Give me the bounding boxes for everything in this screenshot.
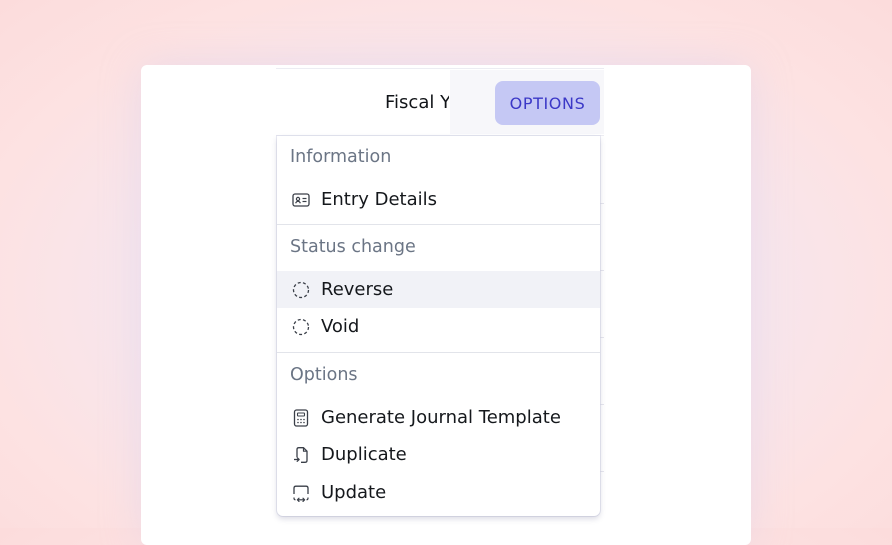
options-button[interactable]: OPTIONS (495, 81, 600, 125)
section-label-status-change: Status change (290, 237, 416, 257)
menu-item-update[interactable]: Update (277, 474, 600, 511)
menu-item-generate-journal-template[interactable]: Generate Journal Template (277, 399, 600, 436)
menu-item-label: Void (321, 316, 360, 337)
menu-item-void[interactable]: Void (277, 308, 600, 345)
menu-item-label: Duplicate (321, 444, 407, 465)
fiscal-year-column-header: Fiscal Year (385, 92, 449, 113)
dashed-circle-icon (291, 280, 311, 300)
menu-item-duplicate[interactable]: Duplicate (277, 436, 600, 473)
menu-item-label: Entry Details (321, 189, 438, 210)
duplicate-file-icon (291, 445, 311, 465)
id-card-icon (291, 190, 311, 210)
menu-divider (277, 352, 600, 353)
menu-item-label: Update (321, 482, 387, 503)
options-dropdown-menu: Information Entry Details Status change … (277, 136, 600, 516)
section-label-information: Information (290, 147, 392, 167)
menu-item-entry-details[interactable]: Entry Details (277, 181, 600, 218)
dashed-circle-icon (291, 317, 311, 337)
menu-item-label: Reverse (321, 279, 394, 300)
menu-item-label: Generate Journal Template (321, 407, 561, 428)
section-label-options: Options (290, 365, 358, 385)
menu-item-reverse[interactable]: Reverse (277, 271, 600, 308)
update-window-icon (291, 483, 311, 503)
menu-divider (277, 224, 600, 225)
calculator-icon (291, 408, 311, 428)
